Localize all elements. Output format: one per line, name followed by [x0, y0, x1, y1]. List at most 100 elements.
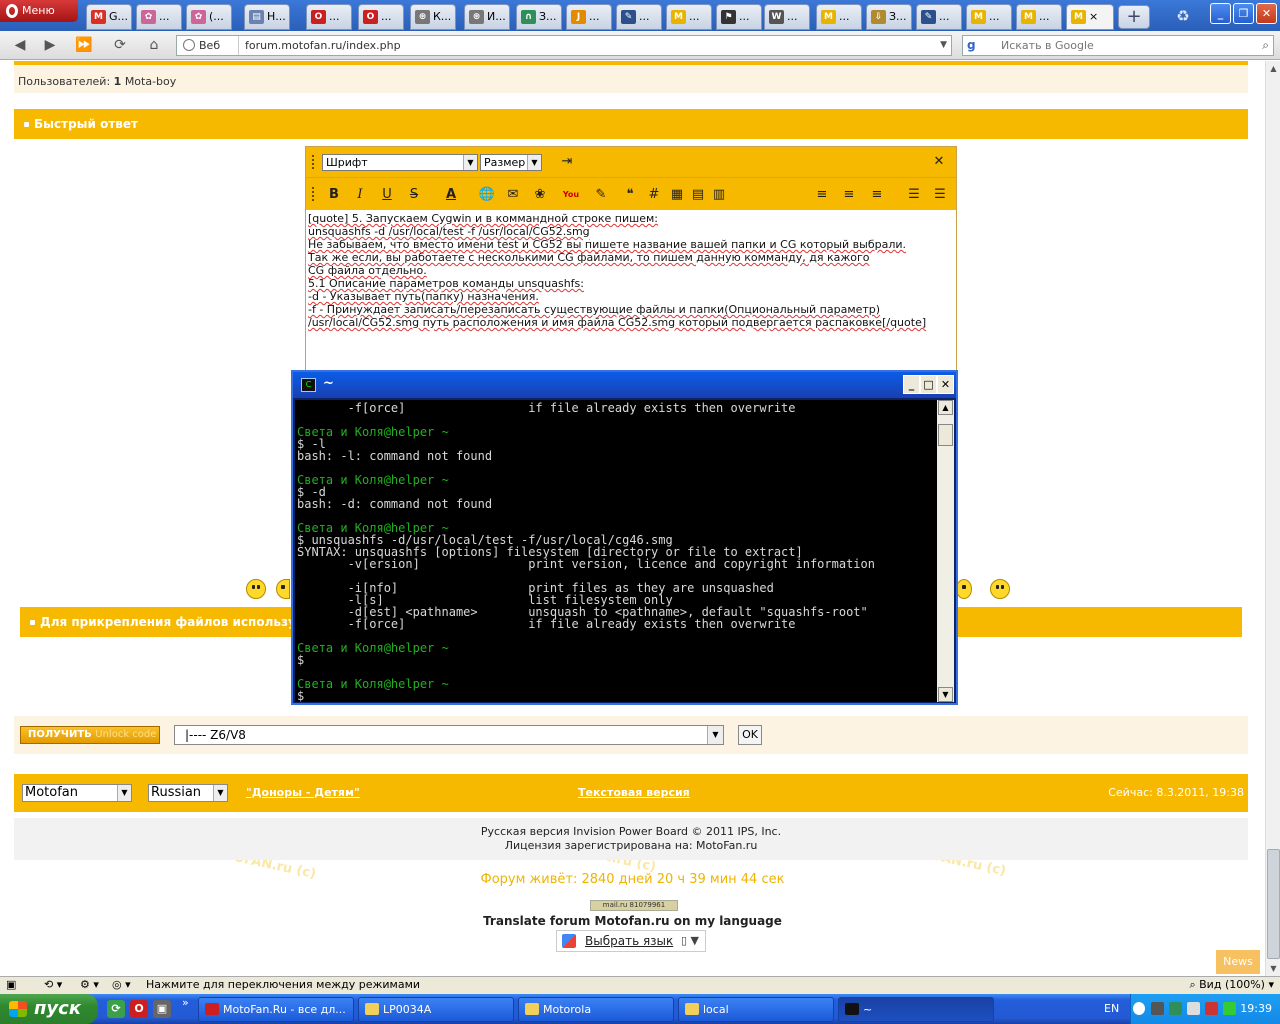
- fast-forward-icon[interactable]: ⏩: [70, 34, 98, 56]
- address-dropdown-icon[interactable]: ▼: [940, 36, 947, 55]
- quicklaunch-icon[interactable]: ⟳: [107, 1000, 125, 1018]
- opera-icon[interactable]: O: [130, 1000, 148, 1018]
- browser-tab[interactable]: M ×: [1066, 4, 1114, 30]
- closed-tabs-trash-icon[interactable]: ♻: [1168, 4, 1198, 28]
- scroll-up-icon[interactable]: ▲: [938, 400, 953, 415]
- align-right-icon[interactable]: ≡: [866, 184, 888, 206]
- browser-tab[interactable]: ✿ (...: [186, 4, 232, 30]
- donors-link[interactable]: "Доноры - Детям": [246, 786, 360, 799]
- taskbar-button[interactable]: LP0034A: [358, 997, 514, 1022]
- network-tray-icon[interactable]: [1223, 1002, 1236, 1015]
- browser-tab[interactable]: M...: [666, 4, 712, 30]
- language-indicator[interactable]: EN: [1104, 994, 1128, 1024]
- window-minimize-button[interactable]: _: [1210, 3, 1231, 24]
- browser-tab[interactable]: ⇩ З...: [866, 4, 912, 30]
- tray-app-icon[interactable]: [1151, 1002, 1164, 1015]
- table-icon[interactable]: ▦: [666, 184, 688, 206]
- html-icon[interactable]: ▥: [708, 184, 730, 206]
- tray-arrow-icon[interactable]: [1133, 1002, 1145, 1015]
- skin-select[interactable]: Motofan ▼: [22, 784, 132, 802]
- browser-tab[interactable]: ⚑...: [716, 4, 762, 30]
- phone-model-select[interactable]: |---- Z6/V8 ▼: [174, 725, 724, 745]
- scroll-thumb[interactable]: [938, 424, 953, 446]
- taskbar-button[interactable]: local: [678, 997, 834, 1022]
- online-user-link[interactable]: Mota-boy: [125, 75, 176, 88]
- spoiler-icon[interactable]: ✎: [590, 184, 612, 206]
- page-scrollbar[interactable]: ▲ ▼: [1265, 61, 1280, 976]
- insert-email-icon[interactable]: ✉: [502, 184, 524, 206]
- taskbar-button[interactable]: MotoFan.Ru - все дл...: [198, 997, 354, 1022]
- quote-icon[interactable]: ❝: [619, 184, 641, 206]
- zoom-control[interactable]: ⌕ Вид (100%) ▾: [1189, 977, 1274, 993]
- new-tab-button[interactable]: +: [1118, 5, 1150, 29]
- home-icon[interactable]: ⌂: [140, 34, 168, 56]
- toolbar-grip[interactable]: [312, 155, 315, 169]
- toolbar-grip[interactable]: [312, 187, 315, 201]
- insert-link-icon[interactable]: 🌐: [476, 184, 498, 206]
- browser-tab[interactable]: M G...: [86, 4, 132, 30]
- turbo-icon[interactable]: ◎ ▾: [112, 977, 131, 993]
- browser-tab[interactable]: ▤ Н...: [244, 4, 290, 30]
- network-icon[interactable]: ⚙ ▾: [80, 977, 99, 993]
- minimize-icon[interactable]: _: [903, 375, 920, 394]
- panel-toggle-icon[interactable]: ▣: [6, 977, 16, 993]
- forward-arrow-icon[interactable]: ▶: [36, 34, 64, 56]
- address-zone[interactable]: Веб: [181, 36, 239, 55]
- taskbar-button[interactable]: Motorola: [518, 997, 674, 1022]
- scroll-up-icon[interactable]: ▲: [1266, 61, 1280, 76]
- terminal-titlebar[interactable]: C ~ _ □ ✕: [293, 372, 956, 398]
- browser-tab[interactable]: ⊛ И...: [464, 4, 510, 30]
- smile-icon[interactable]: [246, 579, 266, 599]
- google-icon[interactable]: g: [965, 38, 995, 53]
- browser-tab[interactable]: ✎...: [916, 4, 962, 30]
- scroll-thumb[interactable]: [1267, 849, 1280, 959]
- browser-tab[interactable]: ⊛ К...: [410, 4, 456, 30]
- browser-tab[interactable]: J...: [566, 4, 612, 30]
- remove-format-icon[interactable]: ⇥: [556, 151, 578, 173]
- chevron-down-icon[interactable]: ▯ ▼: [681, 931, 699, 951]
- quicklaunch-icon[interactable]: ▣: [153, 1000, 171, 1018]
- code-icon[interactable]: #: [643, 184, 665, 206]
- browser-tab[interactable]: M...: [1016, 4, 1062, 30]
- font-select[interactable]: Шрифт ▼: [322, 154, 478, 171]
- cygwin-icon[interactable]: C: [301, 378, 316, 392]
- post-textarea[interactable]: [quote] 5. Запускаем Cygwin и в коммандн…: [308, 212, 954, 329]
- close-icon[interactable]: ✕: [937, 375, 954, 394]
- tray-app-icon[interactable]: [1205, 1002, 1218, 1015]
- browser-tab[interactable]: W...: [764, 4, 810, 30]
- text-version-link[interactable]: Текстовая версия: [578, 786, 690, 799]
- back-arrow-icon[interactable]: ◀: [6, 34, 34, 56]
- quicklaunch-more-icon[interactable]: »: [182, 996, 189, 1009]
- smile-icon[interactable]: [276, 579, 290, 599]
- youtube-icon[interactable]: You: [560, 184, 582, 206]
- browser-tab[interactable]: M...: [966, 4, 1012, 30]
- close-editor-icon[interactable]: ✕: [928, 151, 950, 173]
- address-bar[interactable]: Веб forum.motofan.ru/index.php ▼: [176, 35, 952, 56]
- text-color-icon[interactable]: A: [440, 184, 462, 206]
- quick-reply-header[interactable]: Быстрый ответ: [14, 109, 1248, 139]
- numbered-list-icon[interactable]: ☰: [903, 184, 925, 206]
- browser-tab[interactable]: ∩ З...: [516, 4, 562, 30]
- maximize-icon[interactable]: □: [920, 375, 937, 394]
- reload-icon[interactable]: ⟳: [106, 34, 134, 56]
- search-box[interactable]: g ⌕: [962, 35, 1274, 56]
- align-center-icon[interactable]: ≡: [838, 184, 860, 206]
- taskbar-button[interactable]: ~: [838, 997, 994, 1022]
- align-left-icon[interactable]: ≡: [811, 184, 833, 206]
- bold-icon[interactable]: B: [323, 184, 345, 206]
- get-unlock-code-button[interactable]: ПОЛУЧИТЬ Unlock code: [20, 726, 160, 744]
- bullet-list-icon[interactable]: ☰: [929, 184, 951, 206]
- browser-tab[interactable]: M...: [816, 4, 862, 30]
- sql-icon[interactable]: ▤: [687, 184, 709, 206]
- browser-tab[interactable]: O...: [306, 4, 352, 30]
- opera-menu-button[interactable]: Меню: [0, 0, 78, 22]
- terminal-scrollbar[interactable]: ▲ ▼: [937, 400, 954, 702]
- strikethrough-icon[interactable]: S: [403, 184, 425, 206]
- italic-icon[interactable]: I: [349, 184, 371, 206]
- address-url[interactable]: forum.motofan.ru/index.php: [245, 36, 401, 55]
- search-input[interactable]: [997, 36, 1247, 55]
- news-badge[interactable]: News: [1216, 950, 1260, 974]
- smile-icon[interactable]: [956, 579, 972, 599]
- underline-icon[interactable]: U: [376, 184, 398, 206]
- window-close-button[interactable]: ✕: [1256, 3, 1277, 24]
